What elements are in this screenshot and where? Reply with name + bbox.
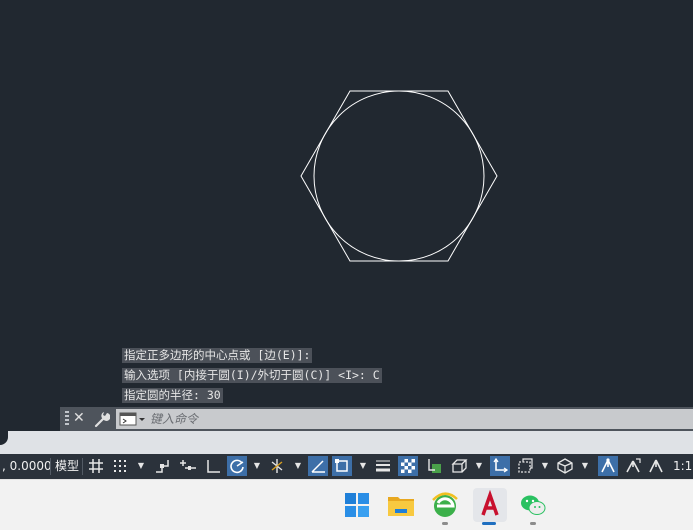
hexagon-shape[interactable] bbox=[300, 90, 498, 262]
command-input-container bbox=[116, 409, 693, 429]
snap-dropdown-icon[interactable]: ▼ bbox=[136, 459, 146, 473]
browser-running-indicator bbox=[442, 522, 448, 525]
selection-filter-icon[interactable] bbox=[515, 456, 535, 476]
selection-filter-dropdown-icon[interactable]: ▼ bbox=[540, 459, 550, 473]
layout-tab-strip bbox=[0, 431, 693, 454]
isodraft-dropdown-icon[interactable]: ▼ bbox=[293, 459, 303, 473]
model-space-button[interactable]: 模型 bbox=[55, 458, 79, 474]
snap-icon[interactable] bbox=[110, 456, 130, 476]
grid-icon[interactable] bbox=[86, 456, 106, 476]
coordinate-readout: , 0.0000 bbox=[2, 459, 52, 473]
command-input[interactable] bbox=[150, 409, 680, 429]
autocad-icon[interactable] bbox=[473, 488, 507, 522]
gizmo-dropdown-icon[interactable]: ▼ bbox=[580, 459, 590, 473]
annotation-visibility-icon[interactable] bbox=[598, 456, 618, 476]
ortho-icon[interactable] bbox=[203, 456, 223, 476]
dynamic-ucs-icon[interactable] bbox=[490, 456, 510, 476]
command-history-line-3: 指定圆的半径: 30 bbox=[122, 388, 223, 403]
drawing-svg bbox=[300, 90, 498, 262]
object-snap-dropdown-icon[interactable]: ▼ bbox=[358, 459, 368, 473]
isodraft-icon[interactable] bbox=[267, 456, 287, 476]
infer-constraints-icon[interactable] bbox=[152, 456, 172, 476]
drag-grip-icon[interactable] bbox=[65, 411, 69, 427]
drawing-canvas[interactable] bbox=[0, 0, 693, 405]
command-history-line-1: 指定正多边形的中心点或 [边(E)]: bbox=[122, 348, 313, 363]
circle-shape[interactable] bbox=[313, 90, 485, 262]
wrench-icon[interactable] bbox=[94, 410, 111, 428]
gizmo-icon[interactable] bbox=[555, 456, 575, 476]
3d-snap-dropdown-icon[interactable]: ▼ bbox=[474, 459, 484, 473]
autocad-active-indicator bbox=[482, 522, 496, 525]
lineweight-icon[interactable] bbox=[373, 456, 393, 476]
object-snap-icon[interactable] bbox=[332, 456, 352, 476]
dynamic-input-icon[interactable] bbox=[178, 456, 198, 476]
annotation-scale-icon[interactable] bbox=[646, 456, 666, 476]
command-line-bar: ✕ bbox=[60, 407, 693, 431]
wechat-icon[interactable] bbox=[518, 490, 548, 520]
polar-tracking-icon[interactable] bbox=[227, 456, 247, 476]
command-history-line-2: 输入选项 [内接于圆(I)/外切于圆(C)] <I>: C bbox=[122, 368, 382, 383]
auto-scale-icon[interactable] bbox=[623, 456, 643, 476]
selection-cycling-icon[interactable] bbox=[424, 456, 444, 476]
polar-dropdown-icon[interactable]: ▼ bbox=[252, 459, 262, 473]
status-bar: , 0.0000 模型 ▼ ▼ ▼ ▼ ▼ ▼ ▼ 1:1 bbox=[0, 454, 693, 479]
transparency-icon[interactable] bbox=[398, 456, 418, 476]
separator bbox=[82, 458, 83, 475]
3d-object-snap-icon[interactable] bbox=[449, 456, 469, 476]
annotation-scale-label[interactable]: 1:1 / bbox=[673, 458, 693, 474]
object-snap-tracking-icon[interactable] bbox=[308, 456, 328, 476]
command-prompt-dropdown[interactable] bbox=[119, 411, 147, 427]
separator bbox=[50, 458, 51, 475]
close-icon[interactable]: ✕ bbox=[73, 409, 85, 427]
windows-start-icon[interactable] bbox=[342, 490, 372, 520]
windows-taskbar bbox=[0, 479, 693, 530]
wechat-running-indicator bbox=[530, 522, 536, 525]
browser-icon[interactable] bbox=[430, 490, 460, 520]
file-explorer-icon[interactable] bbox=[386, 490, 416, 520]
